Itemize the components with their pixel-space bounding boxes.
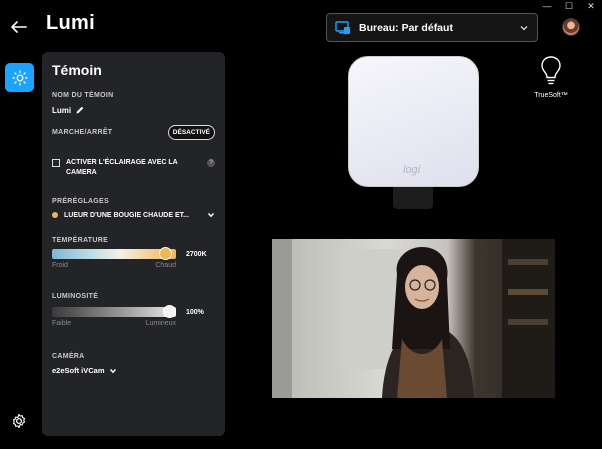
brightness-max-label: Lumineux [145,320,176,327]
avatar[interactable] [562,18,580,36]
desktop-icon [335,20,350,34]
close-button[interactable]: ✕ [580,0,602,12]
temperature-max-label: Chaud [155,262,176,269]
device-logo: logi [403,164,421,176]
camera-light-row: ACTIVER L'ÉCLAIRAGE AVEC LA CAMERA ? [52,158,215,178]
chevron-down-icon [207,212,215,218]
camera-preview-image [272,239,555,398]
sun-icon [11,69,28,86]
camera-preview [272,239,555,398]
camera-dropdown[interactable]: e2eSoft iVCam [52,366,215,375]
bulb-icon [541,56,561,85]
truesoft-label: TrueSoft™ [534,92,568,99]
camera-value: e2eSoft iVCam [52,366,105,375]
temperature-label: TEMPÉRATURE [52,237,109,244]
brightness-range-labels: Faible Lumineux [52,320,176,327]
preset-dropdown[interactable]: LUEUR D'UNE BOUGIE CHAUDE ET... [52,211,215,219]
brightness-label: LUMINOSITÉ [52,293,99,300]
help-icon[interactable]: ? [207,159,215,167]
brightness-slider-row: 100% [52,305,215,318]
chevron-down-icon [109,368,116,373]
power-toggle[interactable]: DÉSACTIVÉ [167,125,215,140]
power-row: MARCHE/ARRÊT DÉSACTIVÉ [52,125,215,140]
temperature-value: 2700K [186,250,207,258]
power-label: MARCHE/ARRÊT [52,129,113,136]
camera-light-label: ACTIVER L'ÉCLAIRAGE AVEC LA CAMERA [66,159,178,176]
profile-label: Bureau: Par défaut [359,21,453,34]
temperature-slider[interactable] [52,247,176,260]
arrow-left-icon [11,21,27,33]
temperature-slider-thumb[interactable] [158,247,172,260]
brightness-slider[interactable] [52,305,176,318]
preset-value: LUEUR D'UNE BOUGIE CHAUDE ET... [64,211,189,219]
panel-title: Témoin [52,62,102,78]
app-title: Lumi [46,12,95,34]
name-row: Lumi [52,105,215,115]
brightness-slider-thumb[interactable] [163,305,176,318]
window-controls: — ☐ ✕ [536,0,602,12]
temperature-range-labels: Froid Chaud [52,262,176,269]
device-stand [393,185,433,209]
camera-light-checkbox[interactable] [52,159,60,167]
presets-label: PRÉRÉGLAGES [52,198,109,205]
minimize-button[interactable]: — [536,0,558,12]
maximize-button[interactable]: ☐ [558,0,580,12]
profile-selector[interactable]: Bureau: Par défaut [326,13,538,42]
name-label: NOM DU TÉMOIN [52,92,114,99]
chevron-down-icon [520,25,528,30]
temperature-min-label: Froid [52,262,68,269]
preset-color-dot [52,212,58,218]
camera-label: CAMÉRA [52,353,85,360]
brightness-value: 100% [186,308,204,316]
rail-item-lighting[interactable] [5,63,34,92]
pencil-icon[interactable] [75,105,85,115]
name-value: Lumi [52,105,72,115]
brightness-min-label: Faible [52,320,72,327]
temperature-slider-row: 2700K [52,247,215,260]
back-button[interactable] [9,17,29,37]
light-settings-panel: Témoin NOM DU TÉMOIN Lumi MARCHE/ARRÊT D… [42,52,225,436]
gear-icon [12,413,26,429]
settings-button[interactable] [11,413,27,429]
truesoft-feature: TrueSoft™ [526,55,576,99]
